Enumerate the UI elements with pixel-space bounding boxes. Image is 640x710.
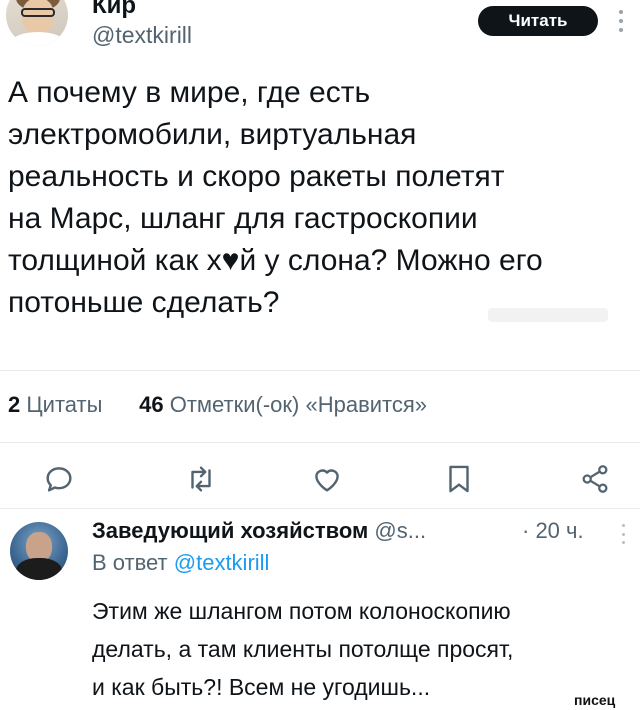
action-bar <box>0 462 640 502</box>
reply-author-avatar[interactable] <box>10 522 68 580</box>
likes-count[interactable]: 46 <box>139 392 163 417</box>
dot <box>619 19 623 23</box>
reply-text-line: и как быть?! Всем не угодишь... <box>92 674 431 700</box>
post-text-line: толщиной как х♥й у слона? Можно его <box>8 244 543 277</box>
reply-timestamp[interactable]: · 20 ч. <box>522 518 584 544</box>
divider <box>0 508 640 509</box>
replying-to-handle[interactable]: @textkirill <box>174 550 270 575</box>
more-options-icon[interactable] <box>618 10 624 32</box>
reply-button[interactable] <box>42 462 76 496</box>
reply-author-line: Заведующий хозяйством @s... <box>92 518 426 544</box>
bookmark-button[interactable] <box>442 462 476 496</box>
quotes-label[interactable]: Цитаты <box>26 392 102 417</box>
replying-to-label: В ответ <box>92 550 168 575</box>
reply-text-line: делать, а там клиенты потолще просят, <box>92 636 514 662</box>
replying-to: В ответ @textkirill <box>92 550 269 576</box>
repost-icon <box>191 466 211 492</box>
post-header: Кир @textkirill Читать <box>0 0 640 60</box>
author-avatar[interactable] <box>6 0 68 46</box>
post-text-line: электромобили, виртуальная <box>8 118 417 151</box>
dot <box>619 10 623 14</box>
avatar-body <box>16 558 62 580</box>
comment-icon <box>46 467 72 492</box>
post-text-line: реальность и скоро ракеты полетят <box>8 160 505 193</box>
heart-icon <box>315 469 339 492</box>
reply-author-name[interactable]: Заведующий хозяйством <box>92 518 368 543</box>
quotes-count[interactable]: 2 <box>8 392 20 417</box>
likes-label[interactable]: Отметки(-ок) «Нравится» <box>170 392 427 417</box>
reply-post[interactable]: Заведующий хозяйством @s... · 20 ч. В от… <box>0 510 640 710</box>
dot <box>621 532 625 536</box>
avatar-glasses <box>21 8 55 17</box>
reply-text-line: Этим же шлангом потом колоноскопию <box>92 598 511 624</box>
share-icon <box>582 465 608 493</box>
repost-button[interactable] <box>184 462 218 496</box>
post-text-line: на Марс, шланг для гастроскопии <box>8 202 478 235</box>
avatar-face <box>22 0 54 34</box>
share-button[interactable] <box>578 462 612 496</box>
post-text-line: А почему в мире, где есть <box>8 76 371 109</box>
divider <box>0 442 640 443</box>
divider <box>0 370 640 371</box>
author-handle[interactable]: @textkirill <box>92 22 192 49</box>
dot <box>619 28 623 32</box>
dot <box>621 541 625 544</box>
reply-more-options-icon[interactable] <box>620 524 626 544</box>
reply-author-handle[interactable]: @s... <box>374 518 426 543</box>
bookmark-icon <box>449 465 469 493</box>
watermark: писец <box>574 692 616 708</box>
author-name[interactable]: Кир <box>92 0 136 20</box>
post-stats: 2 Цитаты 46 Отметки(-ок) «Нравится» <box>8 392 427 418</box>
screenshot-smudge <box>488 308 608 322</box>
reply-text: Этим же шлангом потом колоноскопию делат… <box>92 592 632 706</box>
post-text: А почему в мире, где есть электромобили,… <box>8 72 628 324</box>
like-button[interactable] <box>310 462 344 496</box>
dot <box>621 524 625 527</box>
avatar-shirt <box>12 32 64 46</box>
follow-button[interactable]: Читать <box>478 6 598 36</box>
